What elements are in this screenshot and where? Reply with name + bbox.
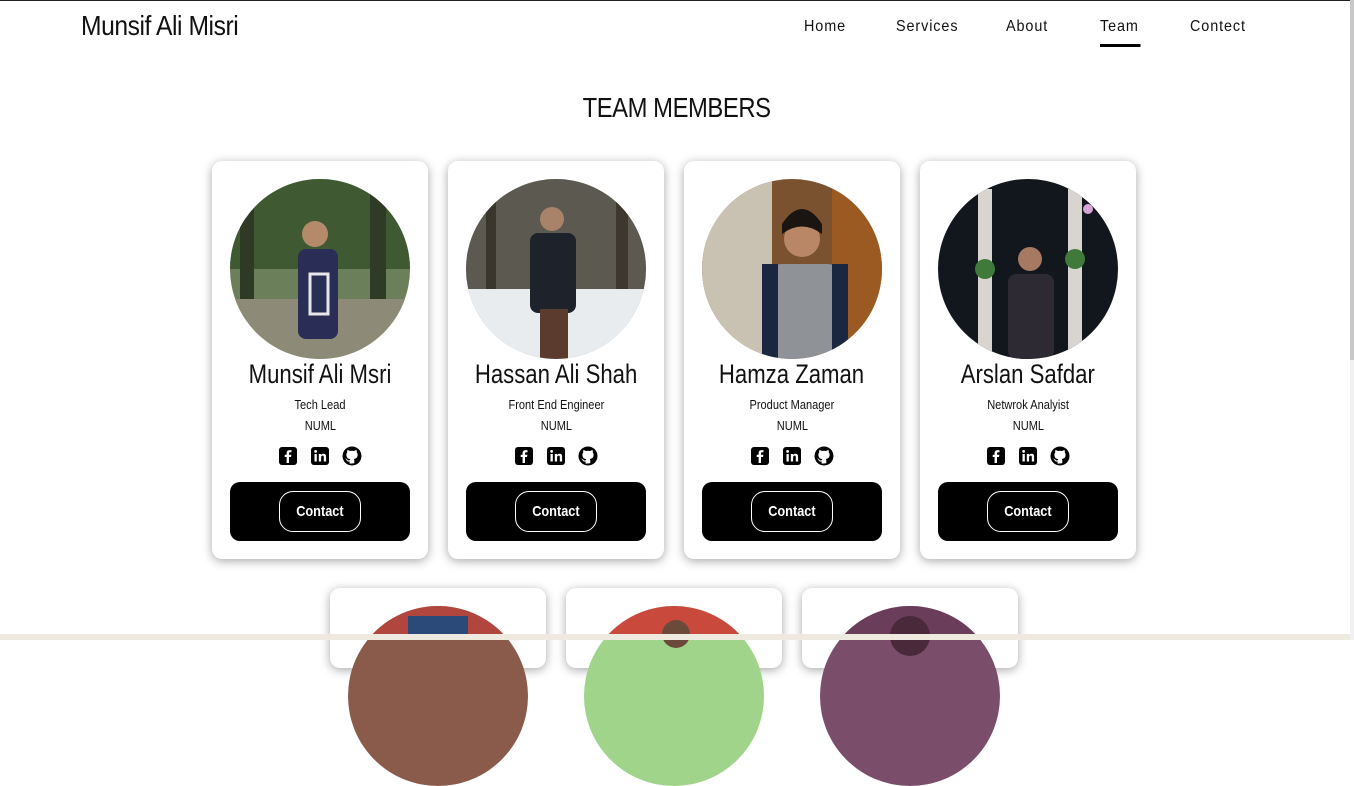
- team-card-partial: [330, 588, 546, 786]
- member-role: Tech Lead: [294, 397, 346, 412]
- github-icon[interactable]: [578, 446, 598, 466]
- contact-panel: Contact: [230, 482, 410, 541]
- member-photo: [938, 179, 1118, 359]
- contact-panel: Contact: [466, 482, 646, 541]
- member-photo: [820, 606, 1000, 786]
- top-border: [0, 0, 1354, 1]
- linkedin-icon[interactable]: [310, 446, 330, 466]
- team-card-partial: [566, 588, 782, 786]
- linkedin-icon[interactable]: [782, 446, 802, 466]
- linkedin-icon[interactable]: [1018, 446, 1038, 466]
- github-icon[interactable]: [342, 446, 362, 466]
- member-name: Hassan Ali Shah: [474, 359, 638, 389]
- scrollbar-thumb[interactable]: [1350, 0, 1354, 360]
- bottom-strip: [0, 634, 1354, 640]
- member-photo: [348, 606, 528, 786]
- member-role: Product Manager: [749, 397, 835, 412]
- page-scrollbar[interactable]: [1350, 0, 1354, 640]
- member-photo: [466, 179, 646, 359]
- team-card-partial: [802, 588, 1018, 786]
- social-links: [920, 446, 1136, 466]
- member-org: NUML: [304, 418, 336, 433]
- member-photo: [702, 179, 882, 359]
- member-role: Netwrok Analyist: [987, 397, 1069, 412]
- social-links: [212, 446, 428, 466]
- github-icon[interactable]: [1050, 446, 1070, 466]
- member-name: Arslan Safdar: [960, 359, 1096, 389]
- facebook-icon[interactable]: [986, 446, 1006, 466]
- facebook-icon[interactable]: [278, 446, 298, 466]
- team-card: Hamza Zaman Product Manager NUML Contact: [684, 161, 900, 559]
- facebook-icon[interactable]: [514, 446, 534, 466]
- member-org: NUML: [776, 418, 808, 433]
- social-links: [684, 446, 900, 466]
- contact-button[interactable]: Contact: [515, 491, 597, 532]
- member-org: NUML: [1012, 418, 1044, 433]
- contact-button[interactable]: Contact: [279, 491, 361, 532]
- contact-button[interactable]: Contact: [751, 491, 833, 532]
- section-title: TEAM MEMBERS: [583, 92, 771, 123]
- member-photo: [230, 179, 410, 359]
- contact-panel: Contact: [702, 482, 882, 541]
- nav-team[interactable]: Team: [1100, 18, 1141, 47]
- facebook-icon[interactable]: [750, 446, 770, 466]
- nav-services[interactable]: Services: [896, 18, 958, 36]
- linkedin-icon[interactable]: [546, 446, 566, 466]
- member-org: NUML: [540, 418, 572, 433]
- team-card: Hassan Ali Shah Front End Engineer NUML …: [448, 161, 664, 559]
- member-name: Munsif Ali Msri: [248, 359, 392, 389]
- team-card: Arslan Safdar Netwrok Analyist NUML Cont…: [920, 161, 1136, 559]
- nav-contect[interactable]: Contect: [1190, 18, 1246, 36]
- member-role: Front End Engineer: [508, 397, 604, 412]
- social-links: [448, 446, 664, 466]
- member-photo: [584, 606, 764, 786]
- contact-button[interactable]: Contact: [987, 491, 1069, 532]
- team-card: Munsif Ali Msri Tech Lead NUML Contact: [212, 161, 428, 559]
- contact-panel: Contact: [938, 482, 1118, 541]
- nav-about[interactable]: About: [1006, 18, 1048, 36]
- nav-home[interactable]: Home: [804, 18, 846, 36]
- member-name: Hamza Zaman: [719, 359, 865, 389]
- github-icon[interactable]: [814, 446, 834, 466]
- main-nav: Home Services About Team Contect: [0, 18, 1354, 48]
